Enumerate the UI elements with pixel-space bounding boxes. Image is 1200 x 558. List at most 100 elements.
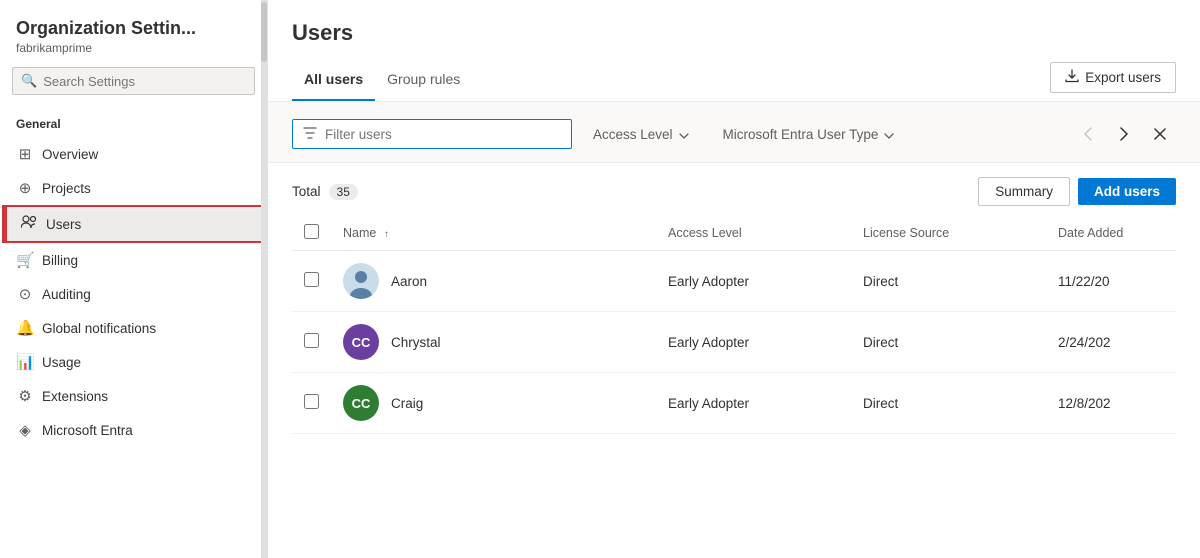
row-checkbox-cell [292,251,331,312]
user-name-cell: CC Chrystal [331,312,656,373]
search-box[interactable]: 🔍 [12,67,255,95]
overview-icon: ⊞ [16,145,34,163]
date-added-column-header[interactable]: Date Added [1046,216,1176,251]
sidebar-item-label: Users [46,217,81,232]
row-checkbox-cell [292,373,331,434]
filter-icon [303,126,317,142]
sidebar-item-users[interactable]: Users [4,207,263,241]
user-name: Chrystal [391,335,441,350]
table-area: Total 35 Summary Add users Name ↑ [268,163,1200,558]
user-name-cell: CC Craig [331,373,656,434]
search-icon: 🔍 [21,73,37,89]
filter-next-button[interactable] [1108,118,1140,150]
filter-input-wrapper[interactable] [292,119,572,149]
license-source-cell: Direct [851,373,1046,434]
tabs: All users Group rules [292,63,472,100]
date-added-cell: 12/8/202 [1046,373,1176,434]
filter-nav-buttons [1072,118,1176,150]
sidebar-item-label: Overview [42,147,98,162]
avatar: CC [343,324,379,360]
main-content: Users All users Group rules Export users [268,0,1200,558]
access-level-cell: Early Adopter [656,312,851,373]
access-level-dropdown[interactable]: Access Level [580,120,702,149]
export-users-button[interactable]: Export users [1050,62,1176,93]
tabs-row: All users Group rules Export users [292,62,1176,101]
sidebar-item-global-notifications[interactable]: 🔔 Global notifications [0,311,267,345]
table-row: CC Chrystal Early Adopter Direct 2/24/20… [292,312,1176,373]
sidebar-item-label: Extensions [42,389,108,404]
row-checkbox-cell [292,312,331,373]
entra-user-type-chevron-icon [884,127,894,142]
auditing-icon: ⊙ [16,285,34,303]
sidebar-item-microsoft-entra[interactable]: ◈ Microsoft Entra [0,413,267,447]
users-icon [20,215,38,233]
sidebar-item-billing[interactable]: 🛒 Billing [0,243,267,277]
sidebar-item-label: Usage [42,355,81,370]
access-level-cell: Early Adopter [656,251,851,312]
tab-all-users[interactable]: All users [292,63,375,101]
select-all-header [292,216,331,251]
projects-icon: ⊕ [16,179,34,197]
add-users-button[interactable]: Add users [1078,178,1176,205]
license-source-column-header[interactable]: License Source [851,216,1046,251]
page-title: Users [292,20,1176,46]
user-cell: CC Chrystal [343,324,644,360]
sidebar-item-auditing[interactable]: ⊙ Auditing [0,277,267,311]
export-button-label: Export users [1085,70,1161,85]
access-level-label: Access Level [593,127,673,142]
sidebar-section-general: General [0,107,267,137]
table-row: Aaron Early Adopter Direct 11/22/20 [292,251,1176,312]
tab-group-rules[interactable]: Group rules [375,63,472,101]
total-badge: 35 [329,184,358,200]
access-level-chevron-icon [679,127,689,142]
search-input[interactable] [43,74,246,89]
filter-prev-button[interactable] [1072,118,1104,150]
filter-users-input[interactable] [325,127,525,142]
entra-user-type-dropdown[interactable]: Microsoft Entra User Type [710,120,908,149]
table-row: CC Craig Early Adopter Direct 12/8/202 [292,373,1176,434]
user-name: Aaron [391,274,427,289]
sidebar-title: Organization Settin... [0,0,267,41]
row-select-checkbox[interactable] [304,394,319,409]
row-select-checkbox[interactable] [304,333,319,348]
date-added-cell: 2/24/202 [1046,312,1176,373]
entra-user-type-label: Microsoft Entra User Type [723,127,879,142]
sidebar-item-label: Microsoft Entra [42,423,133,438]
avatar [343,263,379,299]
access-level-cell: Early Adopter [656,373,851,434]
billing-icon: 🛒 [16,251,34,269]
sidebar-item-label: Auditing [42,287,91,302]
users-table: Name ↑ Access Level License Source Date … [292,216,1176,434]
filter-clear-button[interactable] [1144,118,1176,150]
sidebar: Organization Settin... fabrikamprime 🔍 G… [0,0,268,558]
license-source-cell: Direct [851,251,1046,312]
date-added-cell: 11/22/20 [1046,251,1176,312]
user-cell: CC Craig [343,385,644,421]
license-source-cell: Direct [851,312,1046,373]
sort-asc-icon: ↑ [384,229,389,240]
export-icon [1065,69,1079,86]
sidebar-subtitle: fabrikamprime [0,41,267,67]
access-level-column-header[interactable]: Access Level [656,216,851,251]
avatar: CC [343,385,379,421]
entra-icon: ◈ [16,421,34,439]
total-label: Total [292,184,321,199]
user-cell: Aaron [343,263,644,299]
sidebar-item-label: Billing [42,253,78,268]
usage-icon: 📊 [16,353,34,371]
notifications-icon: 🔔 [16,319,34,337]
sidebar-item-label: Global notifications [42,321,156,336]
page-header: Users All users Group rules Export users [268,0,1200,102]
filter-bar: Access Level Microsoft Entra User Type [268,102,1200,163]
row-select-checkbox[interactable] [304,272,319,287]
extensions-icon: ⚙ [16,387,34,405]
sidebar-item-usage[interactable]: 📊 Usage [0,345,267,379]
sidebar-item-extensions[interactable]: ⚙ Extensions [0,379,267,413]
sidebar-item-projects[interactable]: ⊕ Projects [0,171,267,205]
summary-button[interactable]: Summary [978,177,1070,206]
sidebar-item-overview[interactable]: ⊞ Overview [0,137,267,171]
name-column-header[interactable]: Name ↑ [331,216,656,251]
table-actions: Summary Add users [978,177,1176,206]
user-name: Craig [391,396,423,411]
select-all-checkbox[interactable] [304,224,319,239]
